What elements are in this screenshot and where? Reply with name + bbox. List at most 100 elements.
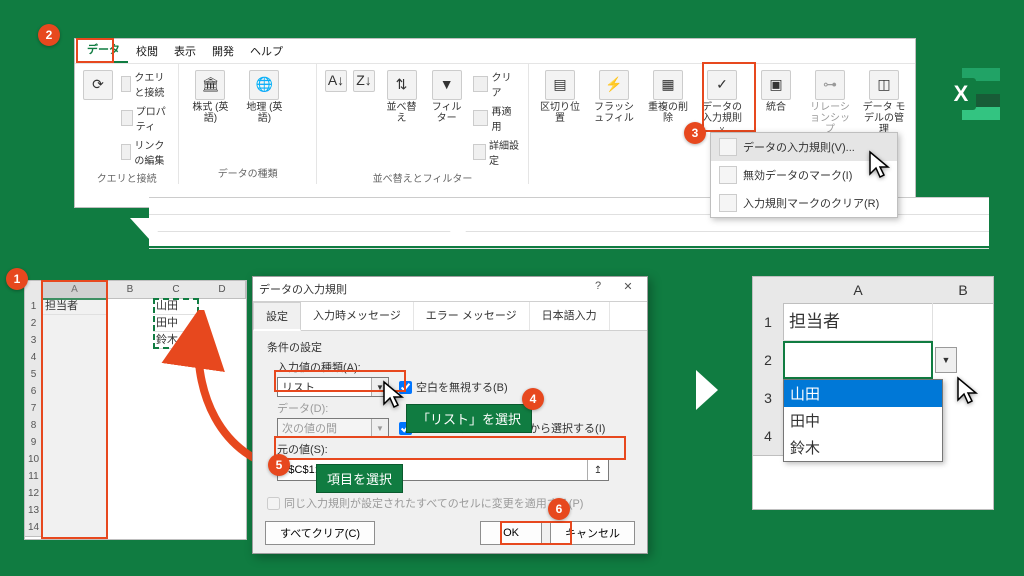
row-header[interactable]: 10 [25,451,43,469]
relationships-button[interactable]: ⊶リレーションシップ [805,68,855,137]
dialog-title: データの入力規則 [259,281,347,297]
flashfill-button[interactable]: ⚡フラッシュフィル [589,68,639,126]
worksheet-step1: A B C D 1 2 3 4 5 6 7 8 9 10 11 12 13 14… [24,280,247,540]
tab-review[interactable]: 校閲 [128,39,166,63]
ribbon-tabs: データ 校閲 表示 開発 ヘルプ [75,39,915,63]
row-header[interactable]: 4 [753,417,784,456]
badge-1: 1 [6,268,28,290]
row-header[interactable]: 3 [25,332,43,350]
dlg-tab-ime[interactable]: 日本語入力 [530,302,610,330]
row-header[interactable]: 1 [753,303,784,342]
row-header[interactable]: 11 [25,468,43,486]
consolidate-button[interactable]: ▣統合 [751,68,801,115]
group-label: クエリと接続 [81,168,172,187]
texttocols-icon: ▤ [545,70,575,100]
tab-help[interactable]: ヘルプ [242,39,291,63]
row-header[interactable]: 5 [25,366,43,384]
properties[interactable]: プロパティ [119,102,172,134]
row-header[interactable]: 2 [25,315,43,333]
excel-logo: X [942,62,1006,126]
clear-icon [473,76,488,92]
col-header-B[interactable]: B [107,281,154,299]
col-header-B[interactable]: B [933,277,994,304]
circle-icon [719,166,737,184]
row-header[interactable]: 13 [25,502,43,520]
arrow-down-icon [130,218,170,240]
row-header[interactable]: 2 [753,341,784,380]
dlg-tab-settings[interactable]: 設定 [253,302,301,331]
cell-A2[interactable] [783,341,933,379]
row-header[interactable]: 7 [25,400,43,418]
tab-dev[interactable]: 開発 [204,39,242,63]
select-all-corner[interactable] [25,281,43,299]
row-header[interactable]: 14 [25,519,43,537]
allow-combo[interactable]: リスト▼ [277,377,389,397]
tab-view[interactable]: 表示 [166,39,204,63]
row-header[interactable]: 1 [25,298,43,316]
dropdown-option[interactable]: 山田 [784,380,942,407]
clear-filter[interactable]: クリア [471,68,522,100]
cell-A1[interactable]: 担当者 [42,298,107,315]
data-model-button[interactable]: ◫データ モデルの管理 [859,68,909,137]
row-header[interactable]: 12 [25,485,43,503]
sort-asc-icon: A↓ [325,70,347,92]
dropdown-option[interactable]: 鈴木 [784,434,942,461]
row-header[interactable]: 6 [25,383,43,401]
dropdown-list: 山田 田中 鈴木 [783,379,943,462]
cell-C1[interactable]: 山田 [153,298,199,315]
validation-dropdown: データの入力規則(V)... 無効データのマーク(I) 入力規則マークのクリア(… [710,132,898,218]
col-header-D[interactable]: D [199,281,246,299]
dialog-titlebar: データの入力規則 ? ✕ [253,277,647,302]
group-label: データの種類 [185,163,310,182]
dropdown-button[interactable]: ▼ [935,347,957,373]
queries-conn[interactable]: クエリと接続 [119,68,172,100]
close-button[interactable]: ✕ [615,280,641,298]
cell-C2[interactable]: 田中 [153,315,199,332]
chevron-down-icon: ▼ [371,419,388,437]
filter-button[interactable]: ▼フィルター [426,68,467,126]
sort-icon: ⇅ [387,70,417,100]
row-header[interactable]: 3 [753,379,784,418]
stocks-button[interactable]: 🏛株式 (英語) [185,68,235,126]
dd-validation-settings[interactable]: データの入力規則(V)... [711,133,897,161]
section-label: 条件の設定 [267,339,633,355]
edit-links[interactable]: リンクの編集 [119,136,172,168]
range-picker-button[interactable]: ↥ [587,460,608,480]
ignore-blank-checkbox[interactable]: 空白を無視する(B) [399,379,508,395]
flash-icon: ⚡ [599,70,629,100]
cell-C3[interactable]: 鈴木 [153,332,199,349]
text-to-cols-button[interactable]: ▤区切り位置 [535,68,585,126]
reapply-filter[interactable]: 再適用 [471,102,522,134]
allow-label: 入力値の種類(A): [277,359,633,375]
col-header-C[interactable]: C [153,281,200,299]
sort-button[interactable]: ⇅並べ替え [381,68,422,126]
remove-dup-button[interactable]: ▦重複の削除 [643,68,693,126]
dropdown-option[interactable]: 田中 [784,407,942,434]
tab-data[interactable]: データ [79,37,128,63]
select-all-corner[interactable] [753,277,784,304]
clear-all-button[interactable]: すべてクリア(C) [265,521,375,545]
relationship-icon: ⊶ [815,70,845,100]
row-header[interactable]: 9 [25,434,43,452]
ok-button[interactable]: OK [480,521,542,545]
col-header-A[interactable]: A [783,277,934,304]
dlg-tab-error[interactable]: エラー メッセージ [414,302,530,330]
refresh-all-button[interactable]: ⟳ [81,68,115,102]
cancel-button[interactable]: キャンセル [550,521,635,545]
dd-clear-circles[interactable]: 入力規則マークのクリア(R) [711,189,897,217]
geo-button[interactable]: 🌐地理 (英語) [239,68,289,126]
callout-source: 項目を選択 [316,464,403,493]
datamodel-icon: ◫ [869,70,899,100]
sort-desc-button[interactable]: Z↓ [351,68,377,94]
sort-asc-button[interactable]: A↓ [323,68,349,94]
advanced-filter[interactable]: 詳細設定 [471,136,522,168]
dlg-tab-input[interactable]: 入力時メッセージ [301,302,414,330]
dd-circle-invalid[interactable]: 無効データのマーク(I) [711,161,897,189]
badge-2: 2 [38,24,60,46]
help-button[interactable]: ? [585,280,611,298]
row-header[interactable]: 8 [25,417,43,435]
cell-A1[interactable]: 担当者 [783,303,933,341]
geo-icon: 🌐 [249,70,279,100]
link-icon [121,76,131,92]
row-header[interactable]: 4 [25,349,43,367]
